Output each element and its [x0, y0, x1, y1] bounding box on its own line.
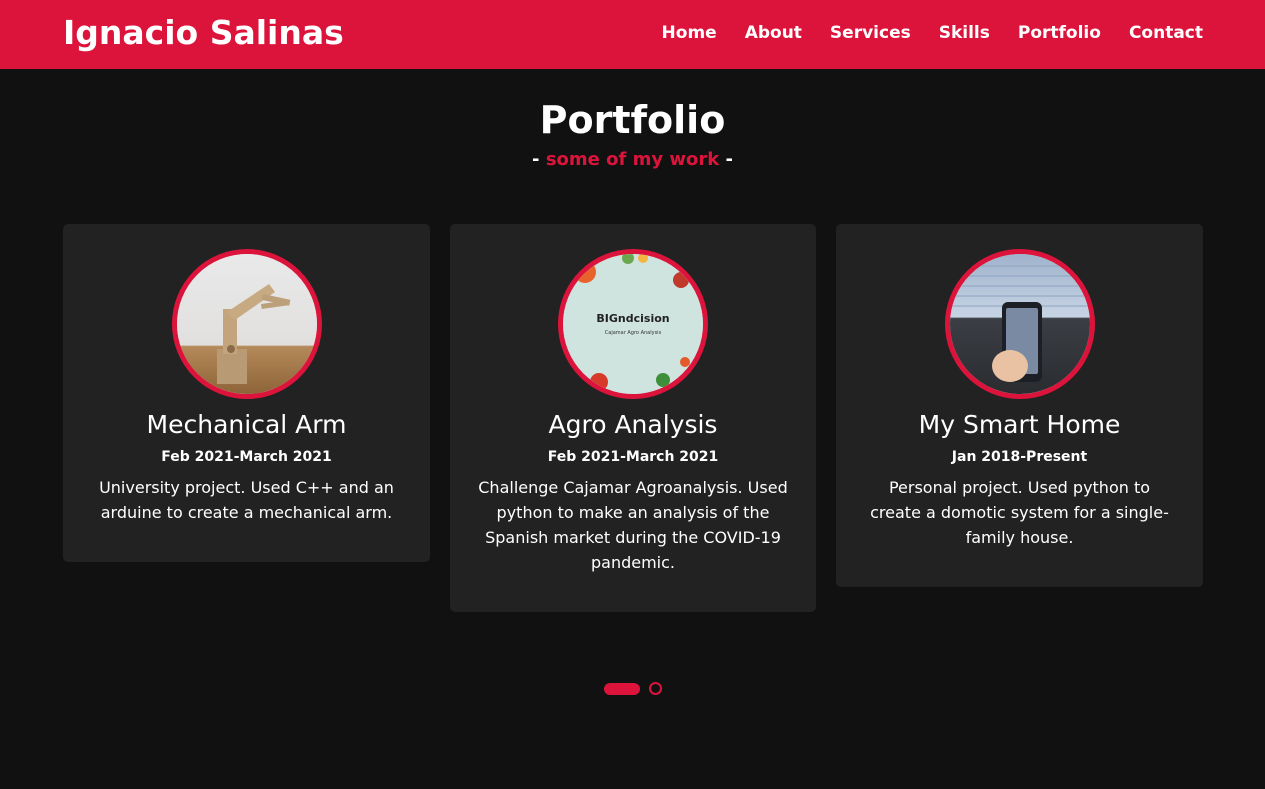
subtitle-dash-left: -	[532, 149, 540, 170]
project-date: Jan 2018-Present	[951, 449, 1088, 465]
project-image-agro-analysis: BIGndcision Cajamar Agro Analysis	[558, 249, 708, 399]
thumb-brand-text: BIGndcision	[596, 312, 670, 325]
project-title: Agro Analysis	[548, 410, 718, 439]
project-date: Feb 2021-March 2021	[547, 449, 719, 465]
subtitle-text: some of my work	[545, 149, 720, 170]
nav-contact[interactable]: Contact	[1129, 23, 1203, 43]
project-description: University project. Used C++ and an ardu…	[99, 478, 394, 522]
nav-menu: Home About Services Skills Portfolio Con…	[662, 23, 1203, 43]
project-date: Feb 2021-March 2021	[161, 449, 332, 465]
project-image-mechanical-arm	[171, 249, 322, 399]
nav-home[interactable]: Home	[662, 23, 717, 43]
section-title: Portfolio	[539, 98, 726, 142]
project-description: Personal project. Used python to create …	[870, 478, 1169, 547]
project-card-agro-analysis[interactable]: BIGndcision Cajamar Agro Analysis Agro A…	[450, 224, 816, 612]
nav-services[interactable]: Services	[830, 23, 911, 43]
section-subtitle: - some of my work -	[0, 149, 1265, 170]
navbar: Ignacio Salinas Home About Services Skil…	[0, 0, 1265, 69]
nav-portfolio[interactable]: Portfolio	[1018, 23, 1101, 43]
nav-skills[interactable]: Skills	[939, 23, 990, 43]
carousel-pagination	[604, 682, 662, 695]
project-title: My Smart Home	[918, 410, 1121, 439]
phone-in-hand-illustration	[949, 265, 1090, 382]
project-image-smart-home	[944, 249, 1095, 399]
project-card-smart-home[interactable]: My Smart Home Jan 2018-Present Personal …	[836, 224, 1203, 587]
subtitle-dash-right: -	[725, 149, 733, 170]
project-title: Mechanical Arm	[146, 410, 347, 439]
robot-arm-illustration	[216, 284, 290, 384]
project-card-mechanical-arm[interactable]: Mechanical Arm Feb 2021-March 2021 Unive…	[63, 224, 430, 562]
nav-about[interactable]: About	[745, 23, 802, 43]
thumb-caption-text: Cajamar Agro Analysis	[604, 330, 662, 336]
carousel-dot-2[interactable]	[649, 682, 662, 695]
site-logo[interactable]: Ignacio Salinas	[63, 13, 344, 52]
carousel-dot-1-active[interactable]	[604, 682, 640, 695]
project-description: Challenge Cajamar Agroanalysis. Used pyt…	[478, 478, 788, 572]
